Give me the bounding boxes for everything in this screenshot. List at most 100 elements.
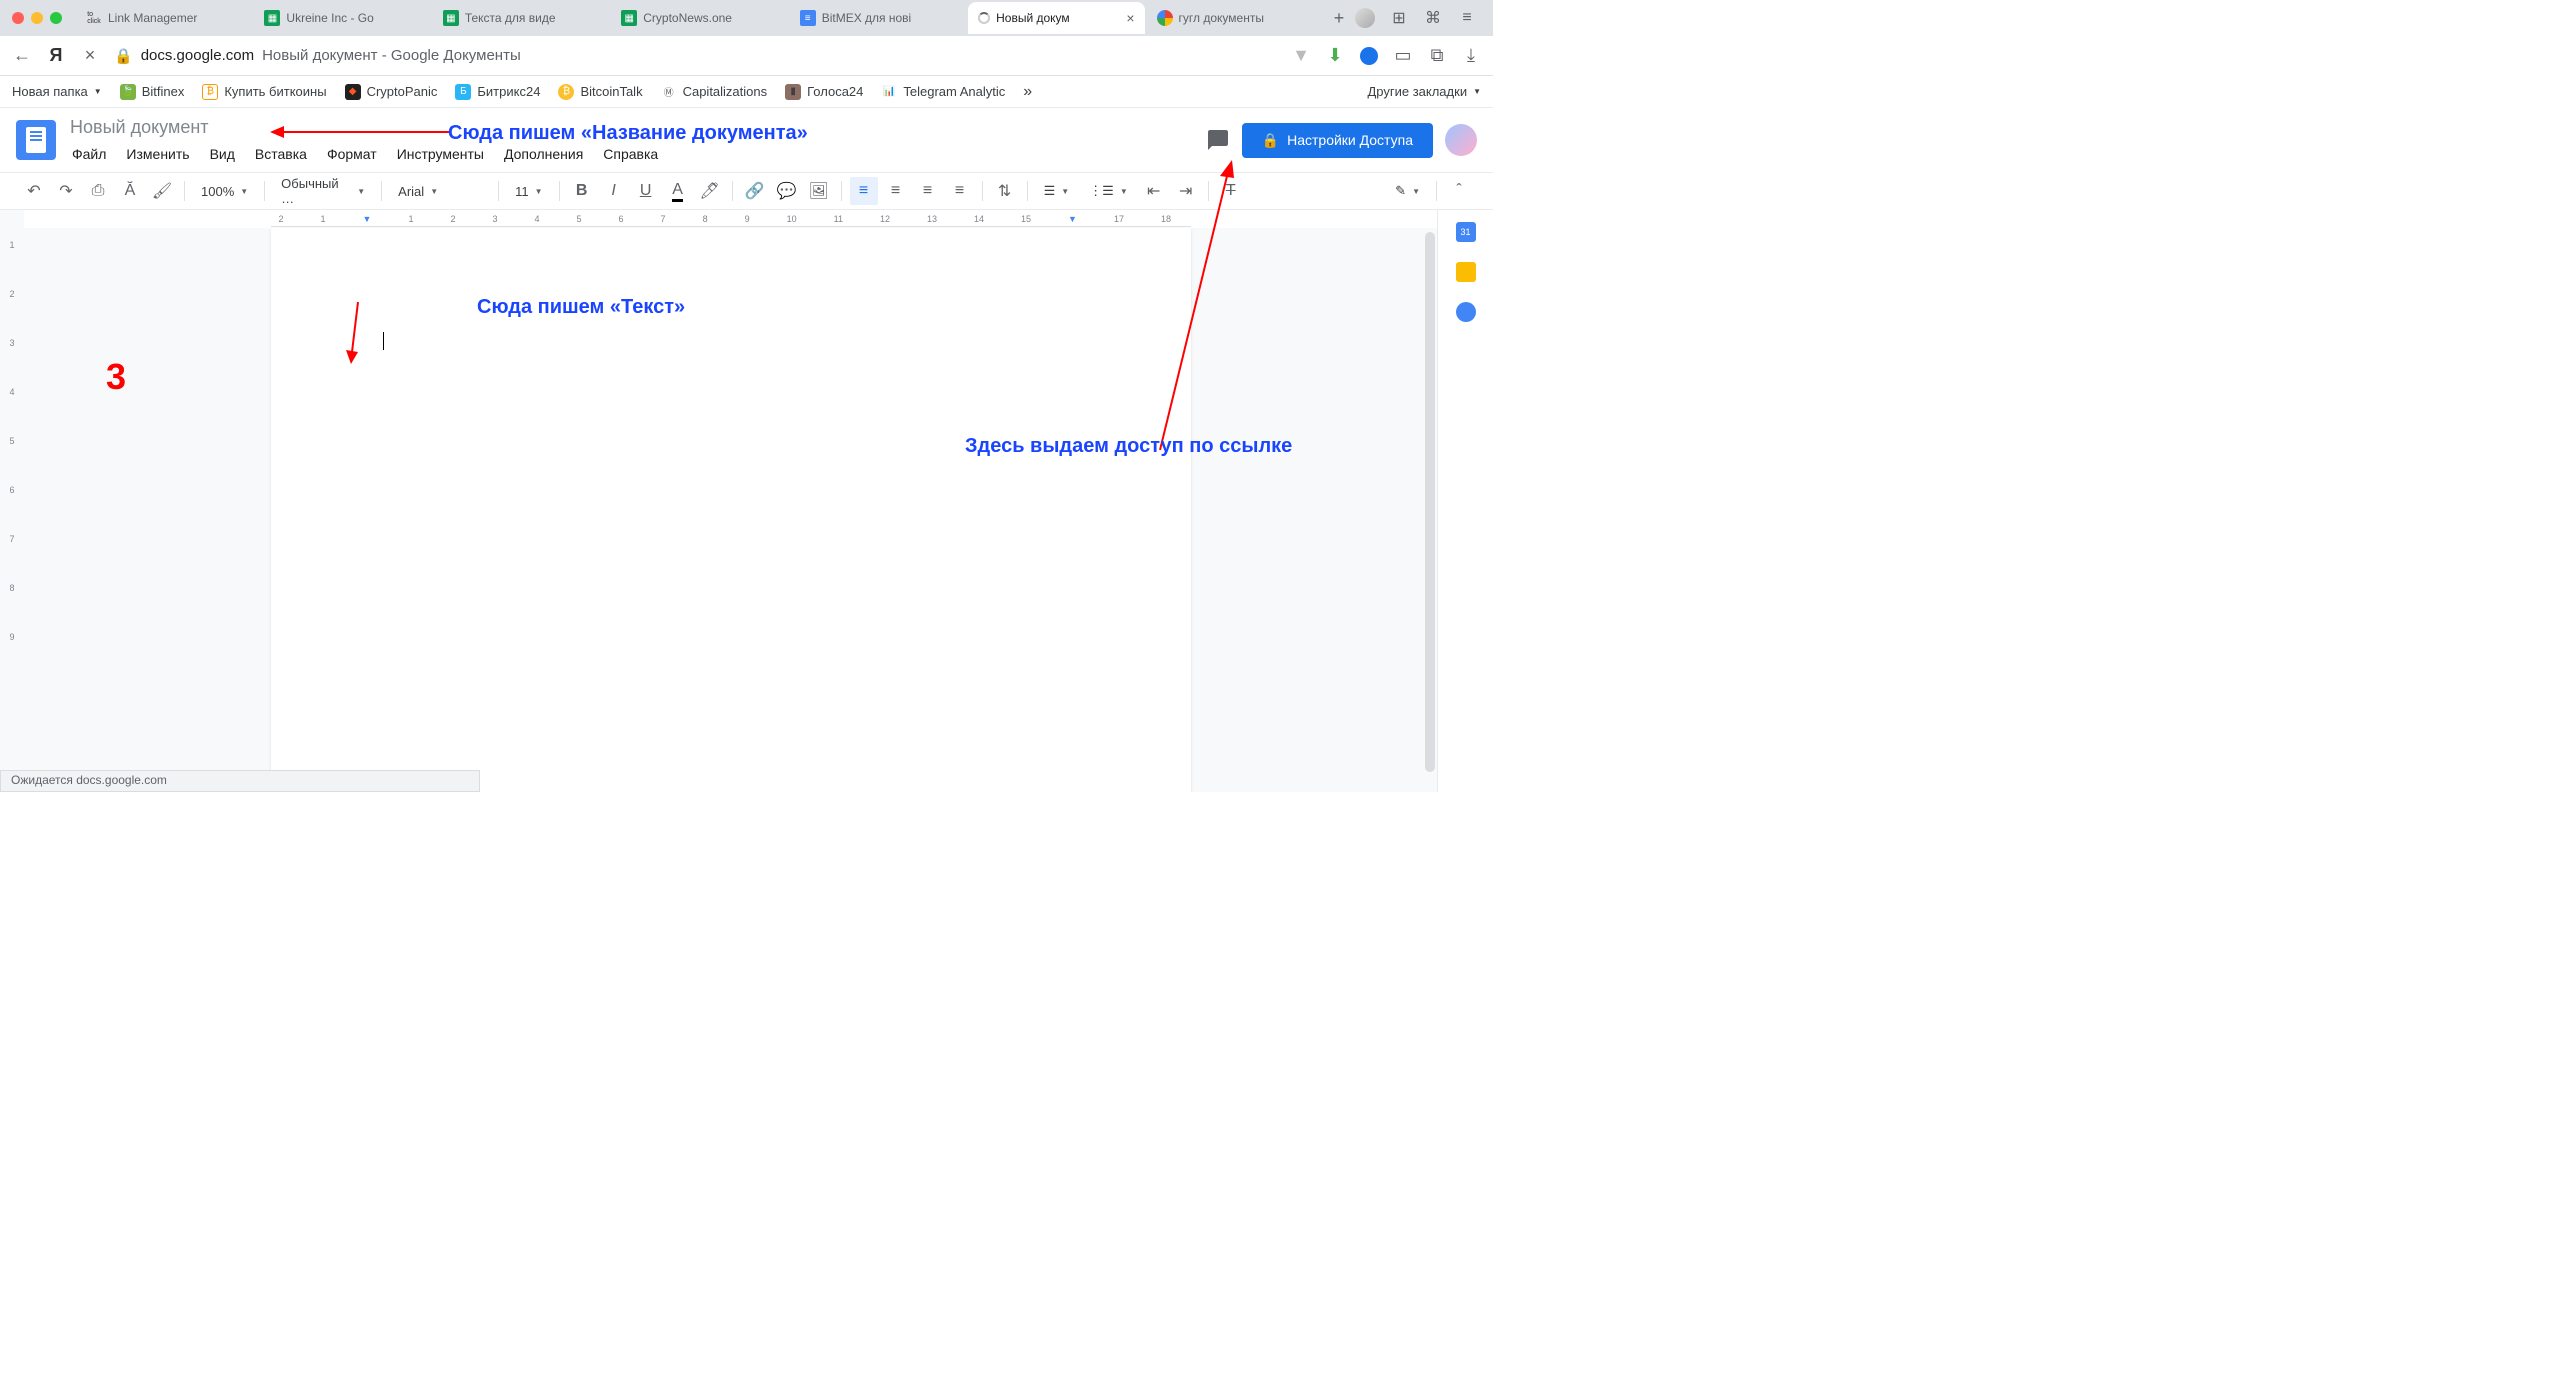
browser-tab[interactable]: ≡ BitMEX для нові [790,2,966,34]
menu-icon[interactable]: ≡ [1457,8,1477,28]
document-page[interactable] [271,228,1191,792]
url-display[interactable]: 🔒 docs.google.com Новый документ - Googl… [114,47,521,65]
bold-button[interactable]: B [568,177,596,205]
new-tab-button[interactable]: + [1325,4,1353,32]
align-right-button[interactable]: ≡ [914,177,942,205]
bookmark-item[interactable]: 🍃Bitfinex [120,84,185,100]
tasks-icon[interactable] [1456,302,1476,322]
print-button[interactable]: ⎙ [84,177,112,205]
bookmark-item[interactable]: ₿Купить биткоины [202,84,326,100]
link-button[interactable]: 🔗 [741,177,769,205]
line-spacing-button[interactable]: ⇅ [991,177,1019,205]
menu-edit[interactable]: Изменить [118,142,197,166]
browser-tab-active[interactable]: Новый докум× [968,2,1144,34]
font-dropdown[interactable]: Arial▼ [390,179,490,203]
battery-icon[interactable]: ▭ [1393,46,1413,66]
sheets-icon: ▦ [443,10,459,26]
extension-icon[interactable]: ⊞ [1389,8,1409,28]
clear-format-button[interactable]: T [1217,177,1245,205]
browser-tab[interactable]: гугл документы [1147,2,1323,34]
bookmarks-overflow[interactable]: » [1023,83,1032,101]
address-bar: ← Я × 🔒 docs.google.com Новый документ -… [0,36,1493,76]
calendar-icon[interactable]: 31 [1456,222,1476,242]
underline-button[interactable]: U [632,177,660,205]
undo-button[interactable]: ↶ [20,177,48,205]
editor-area: 123456789 21 ▼ 123456789101112131415 ▼ 1… [0,210,1493,792]
indent-marker-icon[interactable]: ▼ [1068,214,1077,224]
comment-button[interactable]: 💬 [773,177,801,205]
increase-indent-button[interactable]: ⇥ [1172,177,1200,205]
bookmark-item[interactable]: ◆CryptoPanic [345,84,438,100]
extension-icon[interactable] [1359,46,1379,66]
spellcheck-button[interactable]: Ă [116,177,144,205]
side-panel: 31 [1437,210,1493,792]
menu-help[interactable]: Справка [595,142,666,166]
redo-button[interactable]: ↷ [52,177,80,205]
image-button[interactable]: 🖼 [805,177,833,205]
highlight-button[interactable]: 🖊 [696,177,724,205]
other-bookmarks[interactable]: Другие закладки▼ [1367,84,1481,99]
close-window-button[interactable] [12,12,24,24]
bookmark-item[interactable]: ₿BitcoinTalk [558,84,642,100]
menu-addons[interactable]: Дополнения [496,142,591,166]
align-justify-button[interactable]: ≡ [946,177,974,205]
text-color-button[interactable]: A [664,177,692,205]
bookmark-item[interactable]: 📊Telegram Analytic [881,84,1005,100]
docs-logo-icon[interactable] [16,120,56,160]
document-title-input[interactable]: Новый документ [64,115,666,140]
copy-icon[interactable]: ⧉ [1427,46,1447,66]
yandex-button[interactable]: Я [46,46,66,66]
horizontal-ruler[interactable]: 21 ▼ 123456789101112131415 ▼ 1718 [24,210,1437,228]
user-avatar[interactable] [1445,124,1477,156]
docs-icon: ≡ [800,10,816,26]
bookmark-item[interactable]: ⓂCapitalizations [661,84,768,100]
minimize-window-button[interactable] [31,12,43,24]
italic-button[interactable]: I [600,177,628,205]
menu-format[interactable]: Формат [319,142,385,166]
comments-icon[interactable] [1206,128,1230,152]
vertical-scrollbar[interactable] [1423,228,1437,788]
align-left-button[interactable]: ≡ [850,177,878,205]
extension-icon[interactable]: ⌘ [1423,8,1443,28]
bookmark-item[interactable]: ▮Голоса24 [785,84,863,100]
menu-file[interactable]: Файл [64,142,114,166]
zoom-dropdown[interactable]: 100%▼ [193,179,256,203]
download-icon[interactable]: ⬇ [1325,46,1345,66]
menu-bar: Файл Изменить Вид Вставка Формат Инструм… [64,142,666,166]
browser-tab[interactable]: toclickLink Managemer [76,2,252,34]
loading-icon [978,12,990,24]
favicon-icon: ₿ [202,84,218,100]
menu-insert[interactable]: Вставка [247,142,315,166]
sheets-icon: ▦ [621,10,637,26]
maximize-window-button[interactable] [50,12,62,24]
style-dropdown[interactable]: Обычный …▼ [273,179,373,203]
menu-view[interactable]: Вид [202,142,243,166]
close-button[interactable]: × [80,46,100,66]
back-button[interactable]: ← [12,46,32,66]
bullet-list-button[interactable]: ⋮☰▼ [1081,179,1136,203]
profile-icon[interactable] [1355,8,1375,28]
paint-format-button[interactable]: 🖌 [148,177,176,205]
keep-icon[interactable] [1456,262,1476,282]
numbered-list-button[interactable]: ☰▼ [1036,179,1078,203]
bookmark-item[interactable]: ББитрикс24 [455,84,540,100]
bookmark-folder[interactable]: Новая папка▼ [12,84,102,99]
align-center-button[interactable]: ≡ [882,177,910,205]
browser-tab[interactable]: ▦Текста для виде [433,2,609,34]
browser-tab[interactable]: ▦Ukreine Inc - Go [254,2,430,34]
close-tab-icon[interactable]: × [1126,10,1134,26]
decrease-indent-button[interactable]: ⇤ [1140,177,1168,205]
tab-label: BitMEX для нові [822,11,912,25]
favicon-icon: ◆ [345,84,361,100]
collapse-toolbar-button[interactable]: ˆ [1445,177,1473,205]
font-size-dropdown[interactable]: 11▼ [507,179,550,203]
vertical-ruler[interactable]: 123456789 [0,210,24,792]
tab-label: Link Managemer [108,11,197,25]
indent-marker-icon[interactable]: ▼ [363,214,372,224]
browser-tab[interactable]: ▦CryptoNews.one [611,2,787,34]
bookmark-icon[interactable]: ▼ [1291,46,1311,66]
download-icon[interactable]: ⤓ [1461,46,1481,66]
menu-tools[interactable]: Инструменты [389,142,492,166]
share-button[interactable]: 🔒 Настройки Доступа [1242,123,1433,158]
editing-mode-dropdown[interactable]: ✎▼ [1387,179,1428,203]
